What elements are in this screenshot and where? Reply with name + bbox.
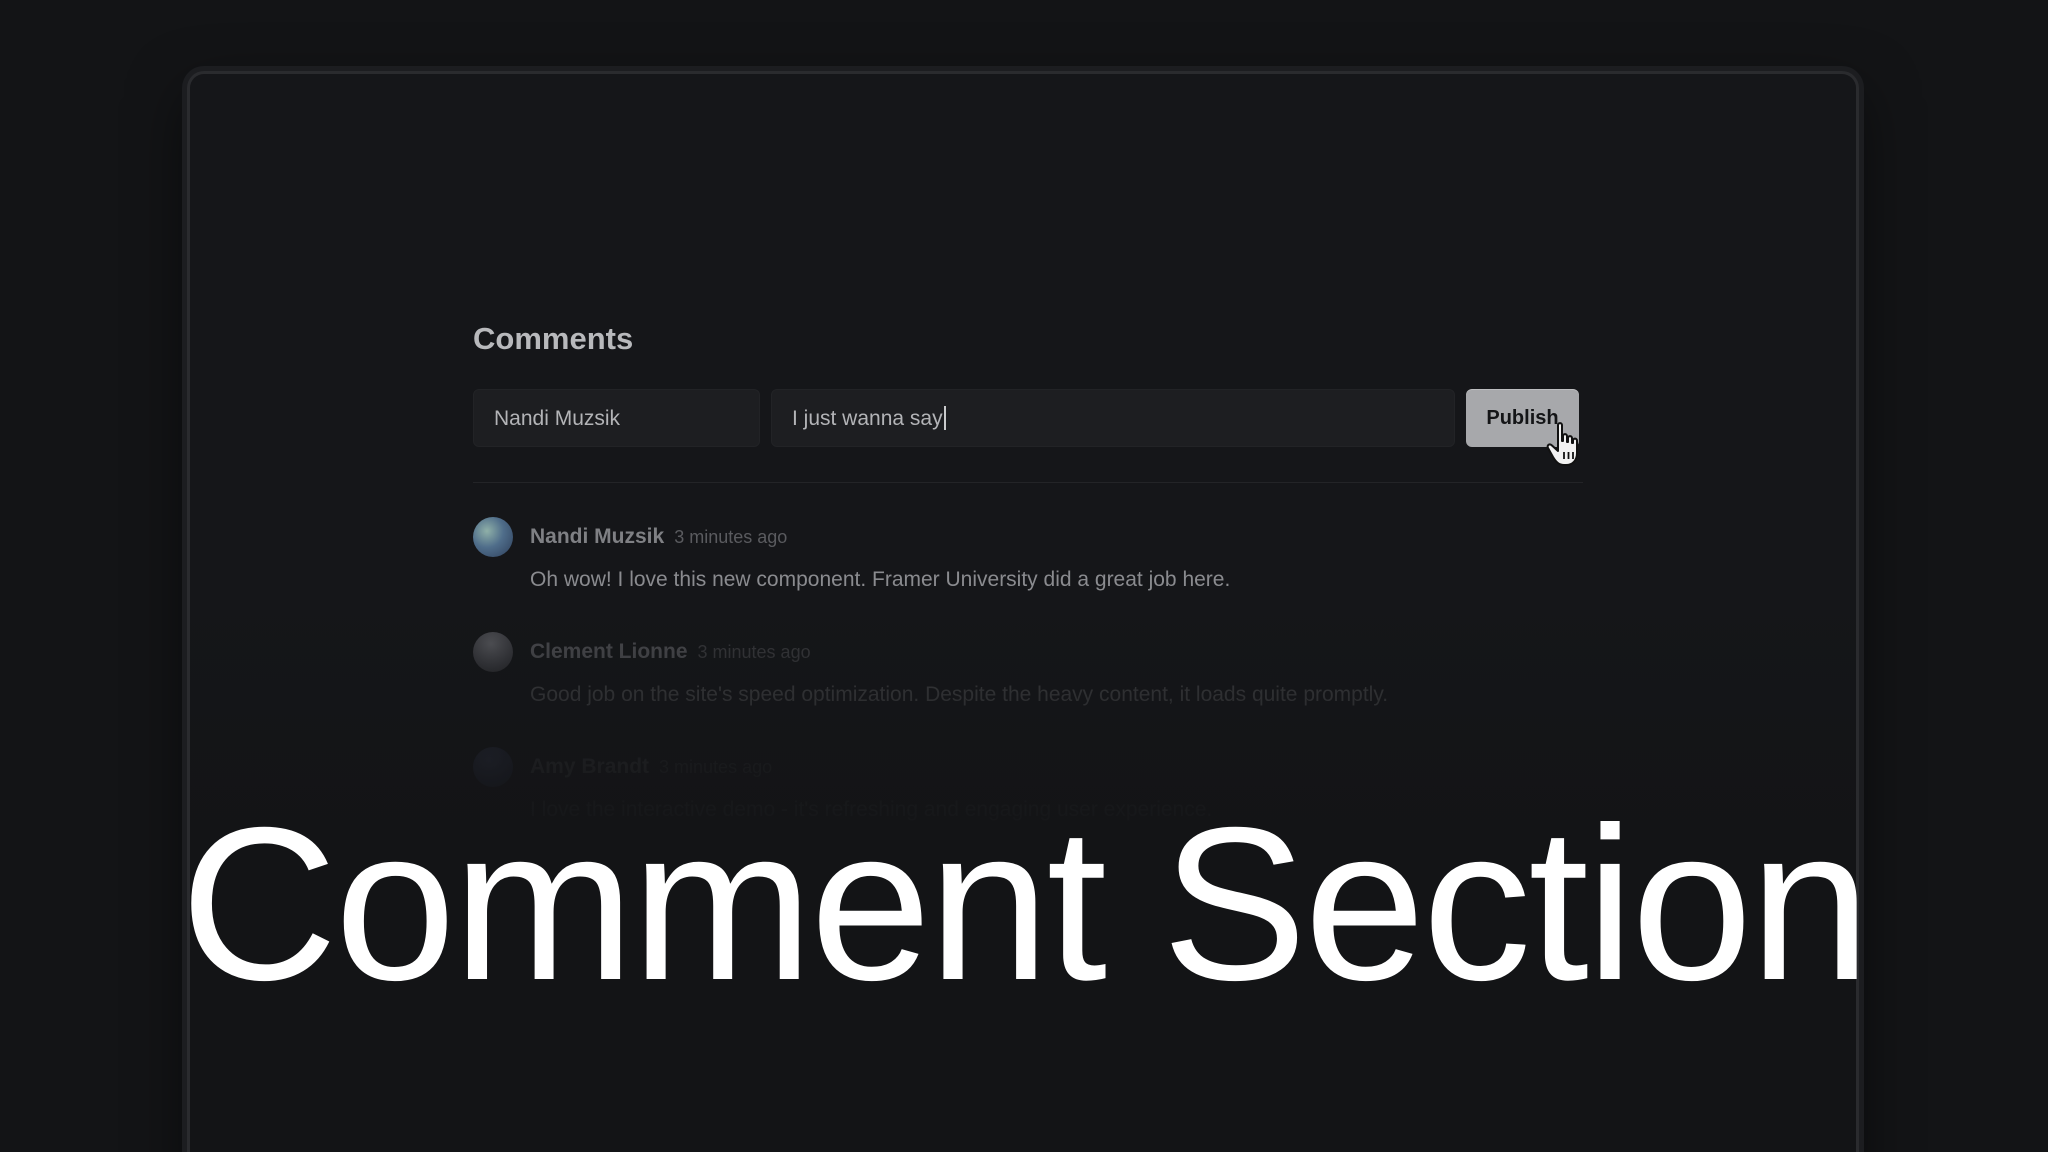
comment-author: Clement Lionne xyxy=(530,640,688,663)
comment-timestamp: 3 minutes ago xyxy=(659,757,773,777)
comment-text: Oh wow! I love this new component. Frame… xyxy=(530,568,1231,591)
comment-meta: Amy Brandt 3 minutes ago xyxy=(530,747,772,787)
name-input-value: Nandi Muzsik xyxy=(494,407,621,430)
publish-button[interactable]: Publish xyxy=(1466,389,1579,466)
comment-text: Good job on the site's speed optimizatio… xyxy=(530,683,1389,706)
comment-input[interactable]: I just wanna say xyxy=(771,389,1455,447)
comments-panel: Comments Nandi Muzsik I just wanna say P… xyxy=(473,319,1583,827)
comment-meta: Clement Lionne 3 minutes ago xyxy=(530,632,811,672)
hand-pointer-icon xyxy=(1546,422,1578,466)
text-caret xyxy=(943,405,946,430)
avatar xyxy=(473,747,513,787)
comment-timestamp: 3 minutes ago xyxy=(674,527,788,547)
comment-item: Clement Lionne 3 minutes ago Good job on … xyxy=(473,632,1583,712)
name-input[interactable]: Nandi Muzsik xyxy=(473,389,760,447)
comments-heading: Comments xyxy=(473,321,634,356)
comment-meta: Nandi Muzsik 3 minutes ago xyxy=(530,517,787,557)
comment-input-value: I just wanna say xyxy=(792,407,943,430)
avatar xyxy=(473,517,513,557)
comment-composer: Nandi Muzsik I just wanna say Publish xyxy=(473,389,1583,466)
comment-timestamp: 3 minutes ago xyxy=(697,642,811,662)
headline-title: Comment Section xyxy=(180,783,1871,1026)
video-thumbnail: Comments Nandi Muzsik I just wanna say P… xyxy=(0,0,2048,1152)
comment-item: Nandi Muzsik 3 minutes ago Oh wow! I love… xyxy=(473,517,1583,597)
comment-author: Nandi Muzsik xyxy=(530,525,665,548)
comment-author: Amy Brandt xyxy=(530,755,650,778)
divider xyxy=(473,482,1583,483)
avatar xyxy=(473,632,513,672)
